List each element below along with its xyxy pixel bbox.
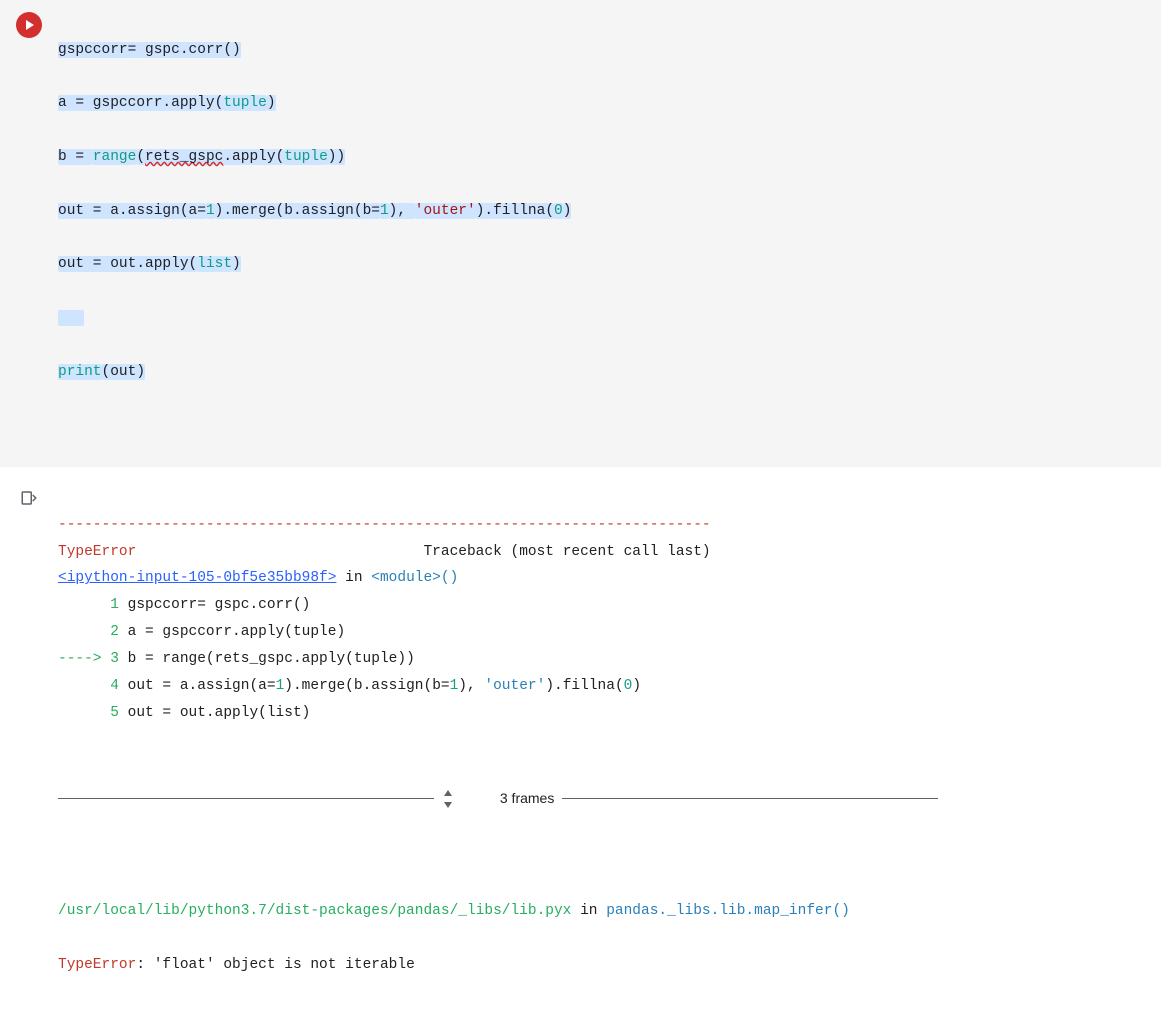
traceback-line: 5 out = out.apply(list) <box>58 705 310 721</box>
code-line: print(out) <box>58 359 1141 386</box>
code-cell: gspccorr= gspc.corr() a = gspccorr.apply… <box>0 0 1161 467</box>
traceback-func: pandas._libs.lib.map_infer <box>606 903 832 919</box>
output-toggle-icon[interactable] <box>20 489 38 507</box>
code-line: a = gspccorr.apply(tuple) <box>58 90 1141 117</box>
ipython-input-link[interactable]: <ipython-input-105-0bf5e35bb98f> <box>58 570 336 586</box>
traceback-line: 4 out = a.assign(a=1).merge(b.assign(b=1… <box>58 678 641 694</box>
output-cell: ----------------------------------------… <box>0 467 1161 1016</box>
frames-count: 3 frames <box>500 786 554 812</box>
traceback-divider: ----------------------------------------… <box>58 517 711 533</box>
final-exception-msg: : 'float' object is not iterable <box>136 957 414 973</box>
frames-expander[interactable]: 3 frames <box>58 736 938 861</box>
code-line <box>58 305 1141 332</box>
traceback-line-current: ----> 3 b = range(rets_gspc.apply(tuple)… <box>58 651 415 667</box>
play-icon <box>22 18 36 32</box>
exception-name: TypeError <box>58 544 136 560</box>
code-line: out = a.assign(a=1).merge(b.assign(b=1),… <box>58 198 1141 225</box>
traceback-line: 2 a = gspccorr.apply(tuple) <box>58 624 345 640</box>
run-button[interactable] <box>16 12 42 38</box>
traceback-line: 1 gspccorr= gspc.corr() <box>58 597 310 613</box>
output-content: ----------------------------------------… <box>58 485 1161 1006</box>
final-exception-name: TypeError <box>58 957 136 973</box>
divider-line <box>562 798 938 799</box>
run-button-gutter <box>0 10 58 38</box>
divider-line <box>58 798 434 799</box>
output-gutter <box>0 485 58 507</box>
code-editor[interactable]: gspccorr= gspc.corr() a = gspccorr.apply… <box>58 10 1161 439</box>
code-line: out = out.apply(list) <box>58 251 1141 278</box>
code-line: gspccorr= gspc.corr() <box>58 37 1141 64</box>
traceback-label: Traceback (most recent call last) <box>136 544 710 560</box>
code-line: b = range(rets_gspc.apply(tuple)) <box>58 144 1141 171</box>
expand-arrows-icon <box>442 736 494 861</box>
traceback-path: /usr/local/lib/python3.7/dist-packages/p… <box>58 903 571 919</box>
notebook-cell: gspccorr= gspc.corr() a = gspccorr.apply… <box>0 0 1161 1016</box>
